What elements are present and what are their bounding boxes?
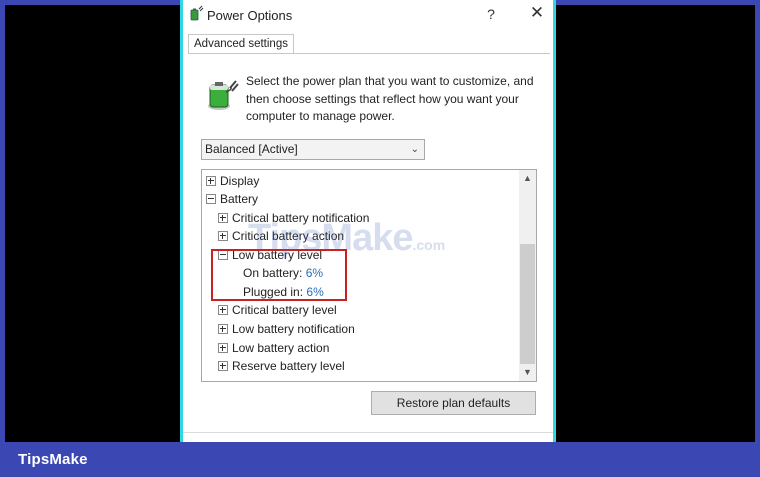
watermark-text: TipsMake <box>248 217 413 259</box>
branding-bar <box>0 442 760 477</box>
expand-icon[interactable] <box>218 304 228 315</box>
close-button[interactable]: ✕ <box>527 3 547 23</box>
tree-item-label: Reserve battery level <box>232 359 345 373</box>
tab-advanced-settings[interactable]: Advanced settings <box>188 34 294 54</box>
expand-icon[interactable] <box>218 323 228 334</box>
expand-icon[interactable] <box>218 212 228 223</box>
title-bar: Power Options ? ✕ <box>183 0 553 30</box>
chevron-down-icon: ⌄ <box>410 144 419 155</box>
battery-plug-icon <box>208 80 239 110</box>
watermark: TipsMake.com <box>248 217 445 260</box>
expand-icon[interactable] <box>218 342 228 353</box>
tree-scrollbar[interactable]: ▲ ▼ <box>519 170 536 381</box>
tree-item-reserve-level[interactable]: Reserve battery level <box>218 358 345 374</box>
footer-divider <box>183 432 553 433</box>
help-button[interactable]: ? <box>483 6 499 22</box>
tree-item-label: Battery <box>220 192 259 206</box>
tree-item-label: Low battery notification <box>232 322 355 336</box>
restore-plan-defaults-button[interactable]: Restore plan defaults <box>371 391 536 415</box>
power-options-icon <box>190 5 204 21</box>
scroll-up-icon[interactable]: ▲ <box>519 170 536 187</box>
watermark-suffix: .com <box>412 237 446 253</box>
collapse-icon[interactable] <box>206 193 216 204</box>
tree-item-label: Low battery action <box>232 341 330 355</box>
expand-icon[interactable] <box>218 230 228 241</box>
tree-item-critical-level[interactable]: Critical battery level <box>218 302 337 318</box>
tab-divider <box>188 53 550 54</box>
window-title: Power Options <box>207 8 293 23</box>
scrollbar-thumb[interactable] <box>520 244 535 364</box>
tree-item-display[interactable]: Display <box>206 173 259 189</box>
intro-text: Select the power plan that you want to c… <box>246 74 534 123</box>
tree-item-low-notification[interactable]: Low battery notification <box>218 321 355 337</box>
brand-label: TipsMake <box>18 451 88 468</box>
expand-icon[interactable] <box>206 175 216 186</box>
tree-item-low-action[interactable]: Low battery action <box>218 340 329 356</box>
power-options-window: Power Options ? ✕ Advanced settings Sele… <box>180 0 556 442</box>
tree-item-battery[interactable]: Battery <box>206 191 258 207</box>
tree-item-label: Critical battery level <box>232 303 337 317</box>
tree-item-label: Display <box>220 174 260 188</box>
power-plan-select[interactable]: Balanced [Active] ⌄ <box>201 139 425 160</box>
scroll-down-icon[interactable]: ▼ <box>519 364 536 381</box>
power-plan-select-value: Balanced [Active] <box>205 142 298 156</box>
expand-icon[interactable] <box>218 360 228 371</box>
